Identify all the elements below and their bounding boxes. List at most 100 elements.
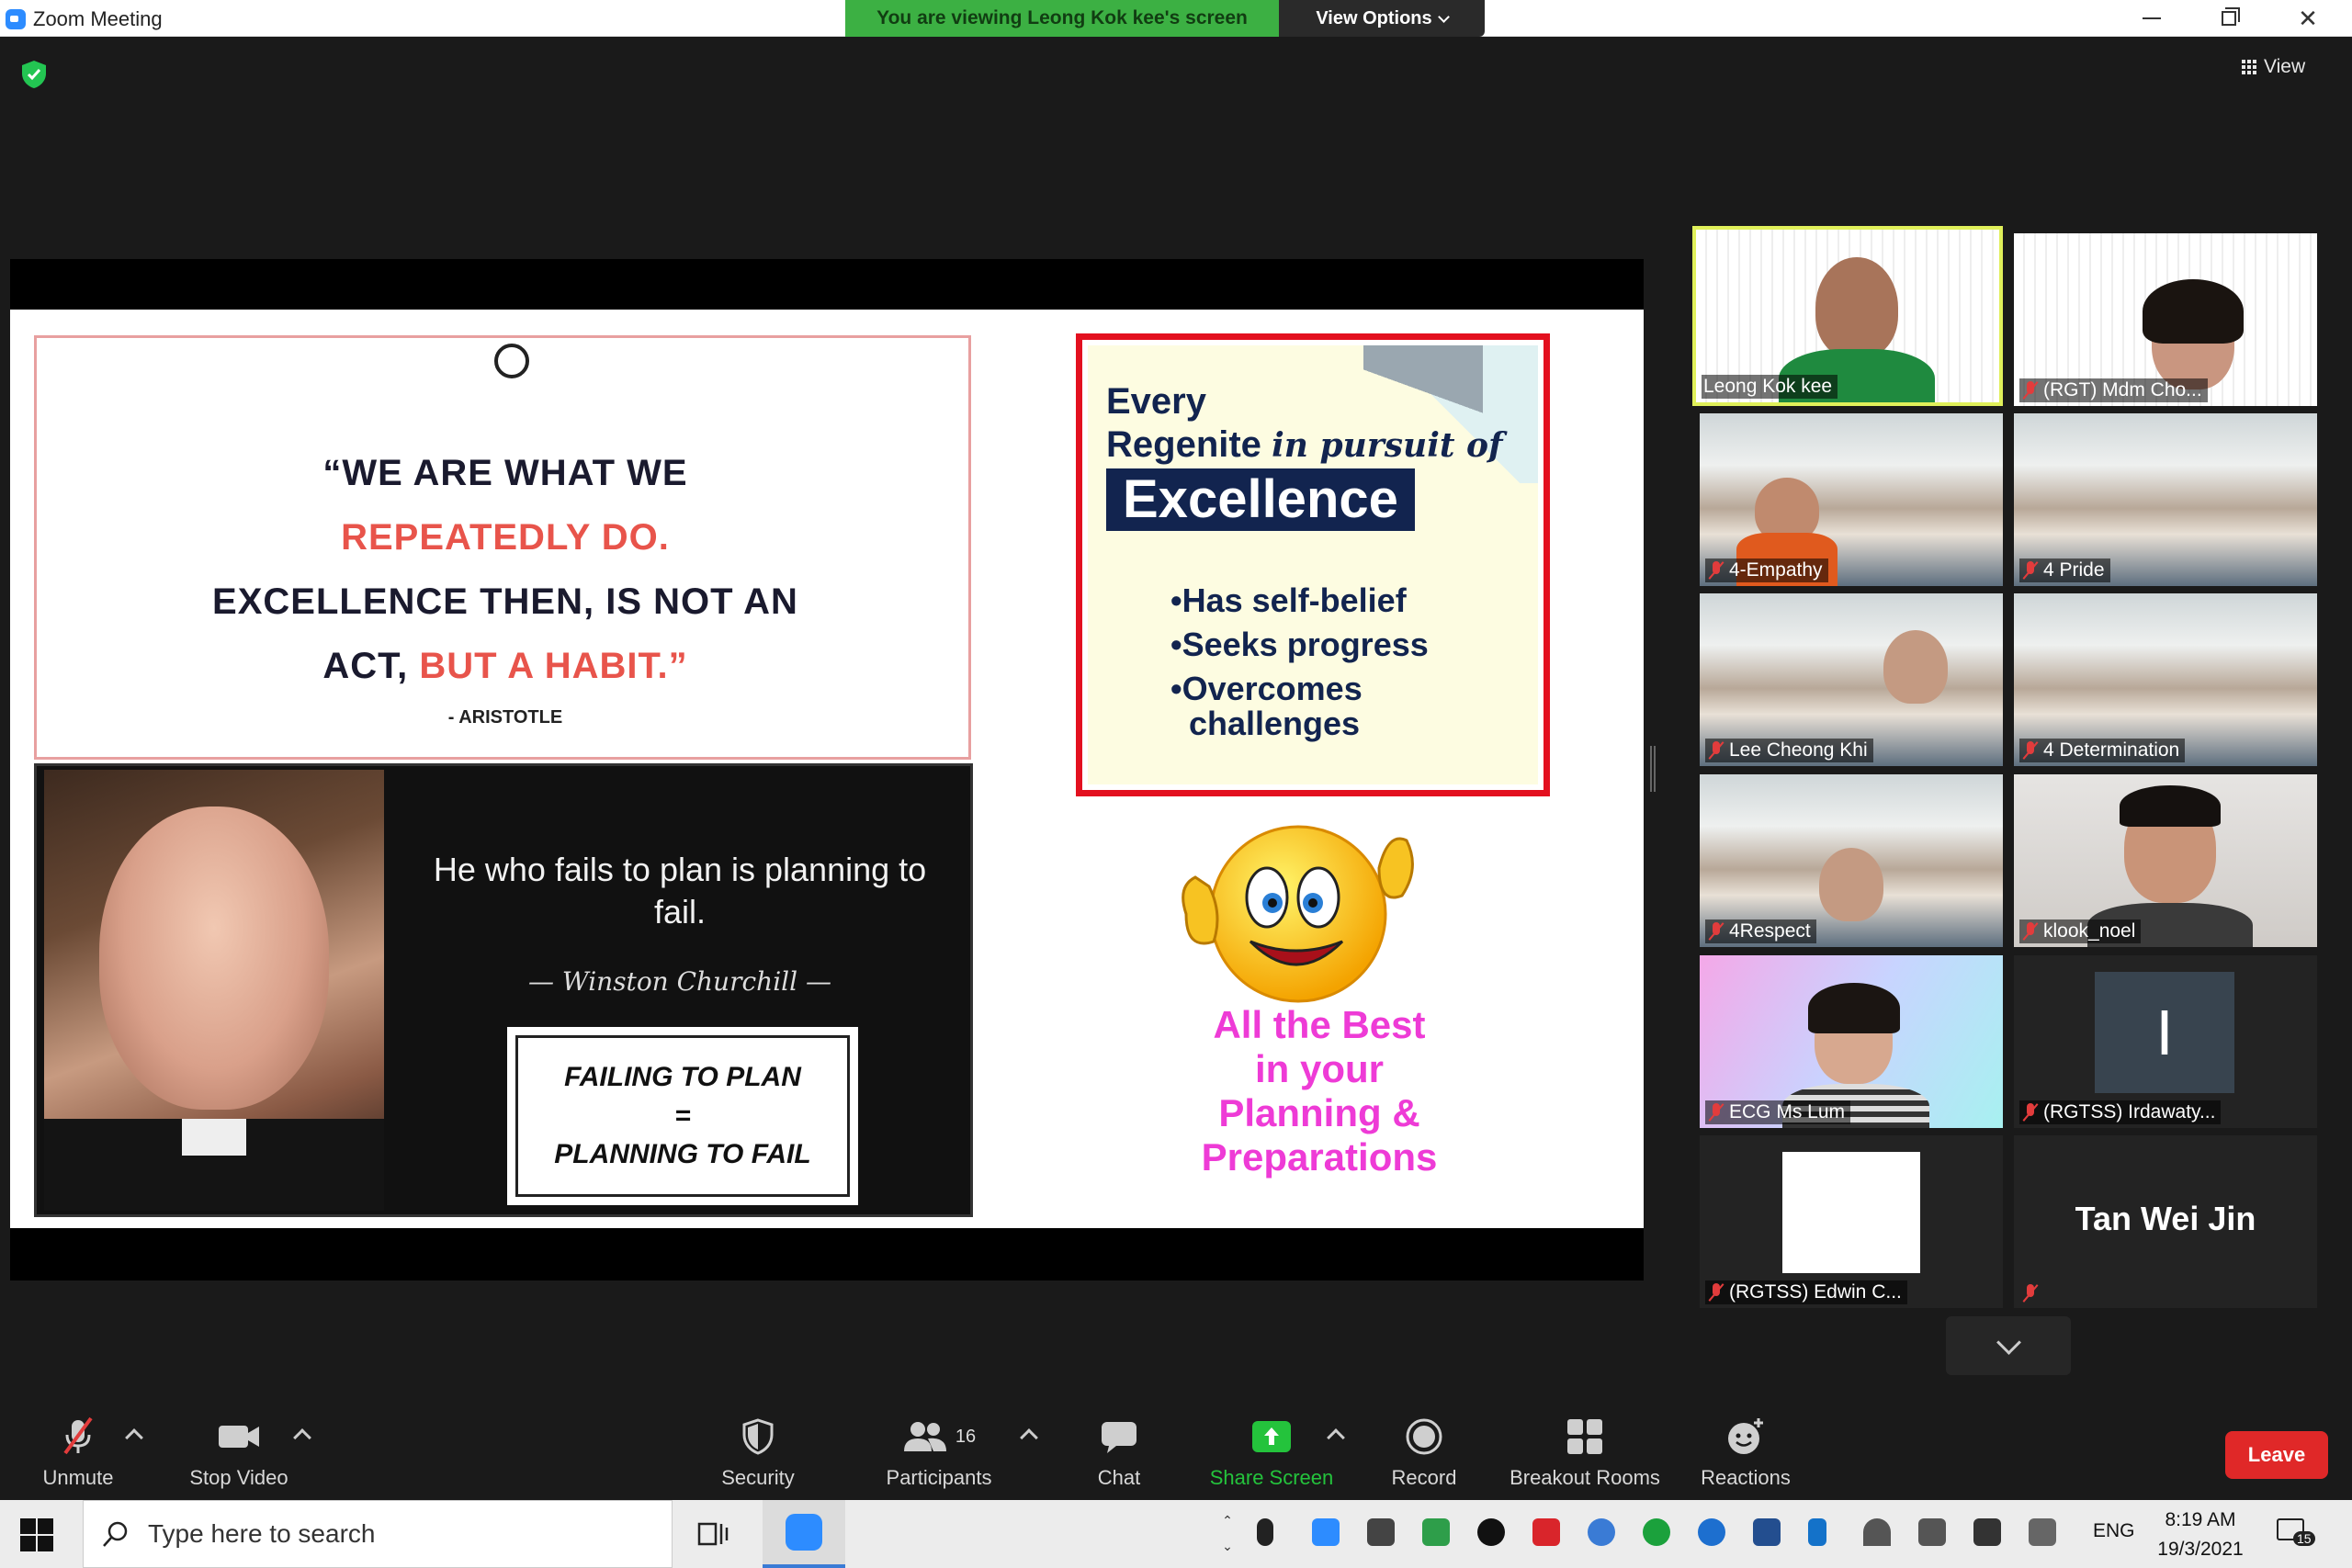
zoom-app-icon (6, 9, 26, 29)
participant-name-label (2019, 1282, 2045, 1304)
wifi-icon[interactable] (1863, 1518, 1891, 1546)
input-language[interactable]: ENG (2093, 1520, 2135, 1542)
pen-icon[interactable] (2029, 1518, 2056, 1546)
participant-name-label: 4 Pride (2019, 558, 2110, 582)
participant-tile[interactable]: Lee Cheong Khi (1700, 593, 2003, 766)
participant-name-label: klook_noel (2019, 919, 2142, 943)
record-button[interactable]: Record (1387, 1416, 1461, 1490)
box-line: = (674, 1100, 691, 1131)
muted-mic-icon (2021, 740, 2040, 761)
defender-shield-icon[interactable] (1973, 1518, 2001, 1546)
chat-button[interactable]: Chat (1093, 1416, 1145, 1490)
thumbs-up-smiley-icon (1182, 825, 1414, 1003)
participant-name: (RGTSS) Irdawaty... (2043, 1101, 2216, 1122)
excellence-every: Every (1106, 381, 1206, 422)
participants-options-caret[interactable] (1020, 1428, 1038, 1447)
clock-time: 8:19 AM (2165, 1509, 2236, 1530)
bluetooth-icon[interactable] (1808, 1518, 1826, 1546)
excellence-regenite-line: Regenite in pursuit of (1106, 424, 1503, 466)
onedrive-icon[interactable] (1698, 1518, 1725, 1546)
display-icon[interactable] (1753, 1518, 1781, 1546)
battery-icon[interactable] (1367, 1518, 1395, 1546)
encryption-shield-icon[interactable] (18, 59, 50, 90)
security-button[interactable]: Security (712, 1416, 804, 1490)
notifications-button[interactable]: 15 (2277, 1518, 2315, 1551)
excellence-point: •Overcomes (1170, 670, 1363, 707)
muted-mic-icon (2021, 921, 2040, 942)
leave-meeting-button[interactable]: Leave (2225, 1431, 2328, 1479)
best-line: Preparations (1201, 1135, 1438, 1179)
close-button[interactable]: ✕ (2275, 0, 2341, 37)
stop-video-label: Stop Video (189, 1466, 288, 1489)
task-view-icon[interactable] (696, 1518, 733, 1550)
security-label: Security (721, 1466, 795, 1489)
bluetooth-device-icon[interactable] (1477, 1518, 1505, 1546)
red-app-icon[interactable] (1532, 1518, 1560, 1546)
muted-mic-icon (1707, 740, 1725, 761)
participant-tile[interactable]: I (RGTSS) Irdawaty... (2014, 955, 2317, 1128)
video-options-caret[interactable] (293, 1428, 311, 1447)
participants-button[interactable]: 16 Participants (882, 1416, 996, 1490)
participant-tile[interactable]: Leong Kok kee (1692, 226, 2003, 406)
reactions-button[interactable]: Reactions (1698, 1416, 1793, 1490)
taskbar-search-box[interactable]: Type here to search (83, 1500, 673, 1568)
restore-button[interactable] (2196, 0, 2262, 37)
excellence-point: challenges (1189, 705, 1361, 742)
gallery-scroll-down-button[interactable] (1946, 1316, 2071, 1375)
participant-tile[interactable]: klook_noel (2014, 774, 2317, 947)
muted-mic-icon (1707, 560, 1725, 581)
muted-mic-icon (1707, 921, 1725, 942)
participant-tile[interactable]: 4-Empathy (1700, 413, 2003, 586)
participant-video (1815, 257, 1898, 358)
chat-bubble-icon (1100, 1416, 1138, 1457)
system-clock[interactable]: 8:19 AM 19/3/2021 (2141, 1506, 2260, 1564)
view-options-button[interactable]: View Options (1279, 0, 1485, 37)
clock-date: 19/3/2021 (2157, 1539, 2244, 1560)
minimize-icon (2143, 17, 2161, 19)
audio-options-caret[interactable] (125, 1428, 143, 1447)
churchill-quote: He who fails to plan is planning to fail… (433, 851, 927, 931)
microphone-icon[interactable] (1257, 1518, 1273, 1546)
participant-tile[interactable]: 4Respect (1700, 774, 2003, 947)
share-screen-label: Share Screen (1209, 1466, 1334, 1489)
participant-name-label: ECG Ms Lum (1705, 1100, 1851, 1124)
participant-tile[interactable]: ECG Ms Lum (1700, 955, 2003, 1128)
green-app-icon[interactable] (1643, 1518, 1670, 1546)
volume-icon[interactable] (1918, 1518, 1946, 1546)
network-globe-icon[interactable] (1588, 1518, 1615, 1546)
participant-tile[interactable]: 4 Determination (2014, 593, 2317, 766)
participant-name: klook_noel (2043, 920, 2136, 942)
stop-video-button[interactable]: Stop Video (184, 1416, 294, 1490)
shared-screen[interactable]: “WE ARE WHAT WE REPEATEDLY DO. EXCELLENC… (10, 259, 1644, 1280)
participant-tile[interactable]: Tan Wei Jin (2014, 1135, 2317, 1308)
share-screen-button[interactable]: Share Screen (1207, 1416, 1336, 1490)
unmute-label: Unmute (42, 1466, 114, 1489)
box-line: FAILING TO PLAN (564, 1062, 801, 1092)
zoom-tray-icon[interactable] (1312, 1518, 1340, 1546)
breakout-rooms-button[interactable]: Breakout Rooms (1507, 1416, 1663, 1490)
security-shield-icon (741, 1416, 775, 1457)
minimize-button[interactable] (2119, 0, 2185, 37)
participant-tile[interactable]: 4 Pride (2014, 413, 2317, 586)
restore-icon (2222, 11, 2236, 26)
portrait-bowtie (182, 1119, 246, 1156)
muted-mic-icon (1707, 1282, 1725, 1303)
muted-mic-icon (2021, 1283, 2040, 1303)
zoom-taskbar-button[interactable] (763, 1500, 845, 1568)
muted-mic-icon (2021, 380, 2040, 400)
split-view-drag-handle[interactable] (1650, 746, 1656, 792)
view-label: View (2264, 56, 2306, 77)
tray-overflow-chevron-icon[interactable]: ⌃ ⌄ (1218, 1507, 1237, 1561)
view-layout-button[interactable]: View (2242, 51, 2334, 83)
excel-tray-icon[interactable] (1422, 1518, 1450, 1546)
participant-avatar: I (2095, 972, 2234, 1093)
participants-label: Participants (886, 1466, 992, 1489)
participant-name: (RGTSS) Edwin C... (1729, 1281, 1902, 1303)
participant-avatar (1782, 1152, 1920, 1273)
unmute-button[interactable]: Unmute (37, 1416, 119, 1490)
quote-author: - ARISTOTLE (447, 707, 563, 728)
participant-tile[interactable]: (RGTSS) Edwin C... (1700, 1135, 2003, 1308)
participant-display-name: Tan Wei Jin (2075, 1200, 2256, 1237)
windows-start-icon[interactable] (20, 1518, 53, 1551)
participant-tile[interactable]: (RGT) Mdm Cho... (2014, 233, 2317, 406)
